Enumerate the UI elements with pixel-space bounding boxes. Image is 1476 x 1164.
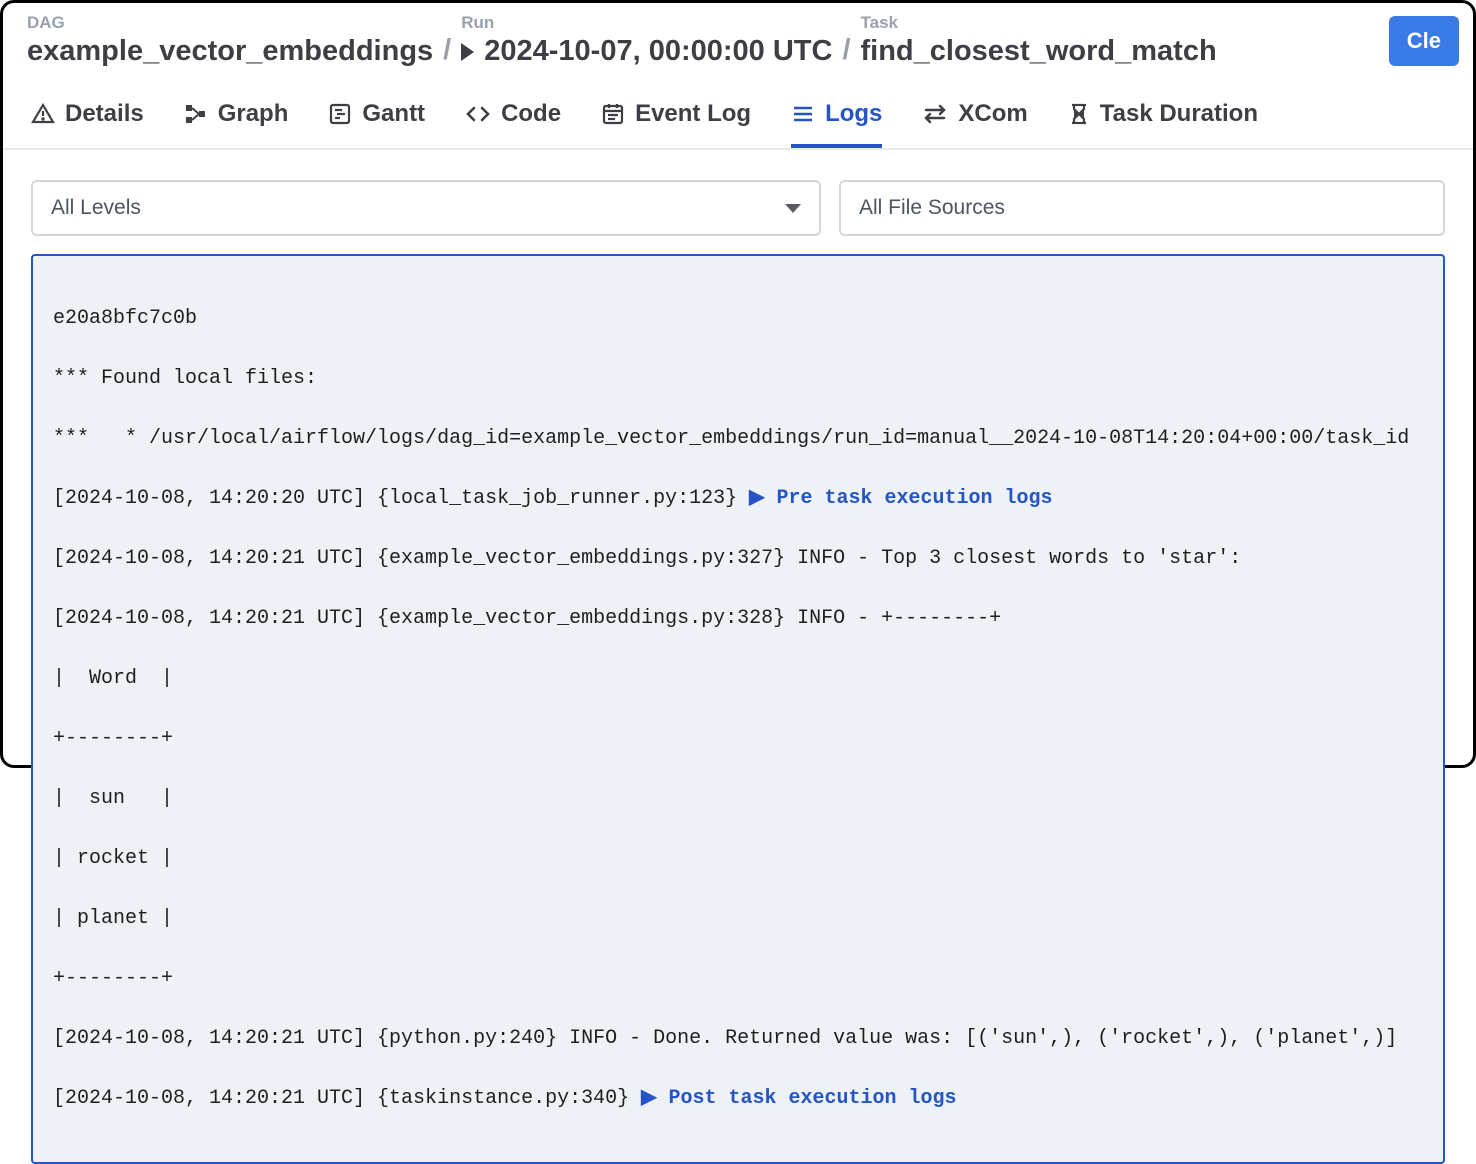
tab-eventlog[interactable]: Event Log	[601, 100, 751, 148]
log-line: [2024-10-08, 14:20:20 UTC] {local_task_j…	[53, 484, 1423, 514]
tab-logs[interactable]: Logs	[791, 100, 882, 148]
breadcrumb-separator: /	[842, 32, 850, 68]
tab-code[interactable]: Code	[465, 100, 561, 148]
log-line: | rocket |	[53, 844, 1423, 874]
tab-taskduration[interactable]: Task Duration	[1068, 100, 1258, 148]
breadcrumb-separator: /	[443, 32, 451, 68]
tab-label: Details	[65, 100, 144, 128]
filter-row: All Levels All File Sources	[3, 150, 1473, 254]
breadcrumb-dag[interactable]: DAG example_vector_embeddings	[27, 13, 433, 68]
log-line: [2024-10-08, 14:20:21 UTC] {taskinstance…	[53, 1084, 1423, 1114]
breadcrumb-task-value: find_closest_word_match	[861, 35, 1217, 68]
swap-arrows-icon	[922, 102, 948, 126]
hourglass-icon	[1068, 102, 1090, 126]
tab-label: Logs	[825, 100, 882, 128]
play-icon	[461, 43, 474, 61]
tab-xcom[interactable]: XCom	[922, 100, 1027, 148]
code-icon	[465, 102, 491, 126]
gantt-icon	[328, 102, 352, 126]
tab-label: Gantt	[362, 100, 425, 128]
tab-label: Task Duration	[1100, 100, 1258, 128]
tab-label: Event Log	[635, 100, 751, 128]
warning-triangle-icon	[31, 102, 55, 126]
log-line: e20a8bfc7c0b	[53, 304, 1423, 334]
breadcrumb-run-value: 2024-10-07, 00:00:00 UTC	[484, 35, 832, 68]
list-icon	[791, 102, 815, 126]
log-line: +--------+	[53, 964, 1423, 994]
log-line: [2024-10-08, 14:20:21 UTC] {python.py:24…	[53, 1024, 1423, 1054]
file-source-value: All File Sources	[859, 196, 1005, 220]
log-level-select[interactable]: All Levels	[31, 180, 821, 236]
log-line: | planet |	[53, 904, 1423, 934]
breadcrumb-task-label: Task	[861, 13, 1217, 33]
tab-details[interactable]: Details	[31, 100, 144, 148]
breadcrumb-dag-label: DAG	[27, 13, 433, 33]
breadcrumb-run[interactable]: Run 2024-10-07, 00:00:00 UTC	[461, 13, 832, 68]
graph-nodes-icon	[184, 102, 208, 126]
log-line: +--------+	[53, 724, 1423, 754]
breadcrumb-run-label: Run	[461, 13, 832, 33]
file-source-select[interactable]: All File Sources	[839, 180, 1445, 236]
log-line: [2024-10-08, 14:20:21 UTC] {example_vect…	[53, 604, 1423, 634]
log-line: *** * /usr/local/airflow/logs/dag_id=exa…	[53, 424, 1423, 454]
chevron-down-icon	[785, 204, 801, 213]
log-line: [2024-10-08, 14:20:21 UTC] {example_vect…	[53, 544, 1423, 574]
pre-task-logs-link[interactable]: Pre task execution logs	[777, 487, 1053, 510]
post-task-logs-link[interactable]: Post task execution logs	[669, 1087, 957, 1110]
tab-graph[interactable]: Graph	[184, 100, 289, 148]
log-line: | sun |	[53, 784, 1423, 814]
breadcrumb-task[interactable]: Task find_closest_word_match	[861, 13, 1217, 68]
tab-label: Code	[501, 100, 561, 128]
log-line: | Word |	[53, 664, 1423, 694]
breadcrumb-dag-value: example_vector_embeddings	[27, 35, 433, 68]
clear-button[interactable]: Cle	[1389, 16, 1459, 66]
tab-gantt[interactable]: Gantt	[328, 100, 425, 148]
expand-triangle-icon[interactable]: ▶	[749, 487, 776, 510]
log-output[interactable]: e20a8bfc7c0b *** Found local files: *** …	[31, 254, 1445, 1164]
tab-label: XCom	[958, 100, 1027, 128]
log-level-value: All Levels	[51, 196, 141, 220]
log-line: *** Found local files:	[53, 364, 1423, 394]
calendar-icon	[601, 102, 625, 126]
tab-bar: Details Graph Gantt Code Event Log Logs	[3, 86, 1473, 150]
breadcrumb: DAG example_vector_embeddings / Run 2024…	[3, 3, 1473, 86]
tab-label: Graph	[218, 100, 289, 128]
expand-triangle-icon[interactable]: ▶	[641, 1087, 668, 1110]
